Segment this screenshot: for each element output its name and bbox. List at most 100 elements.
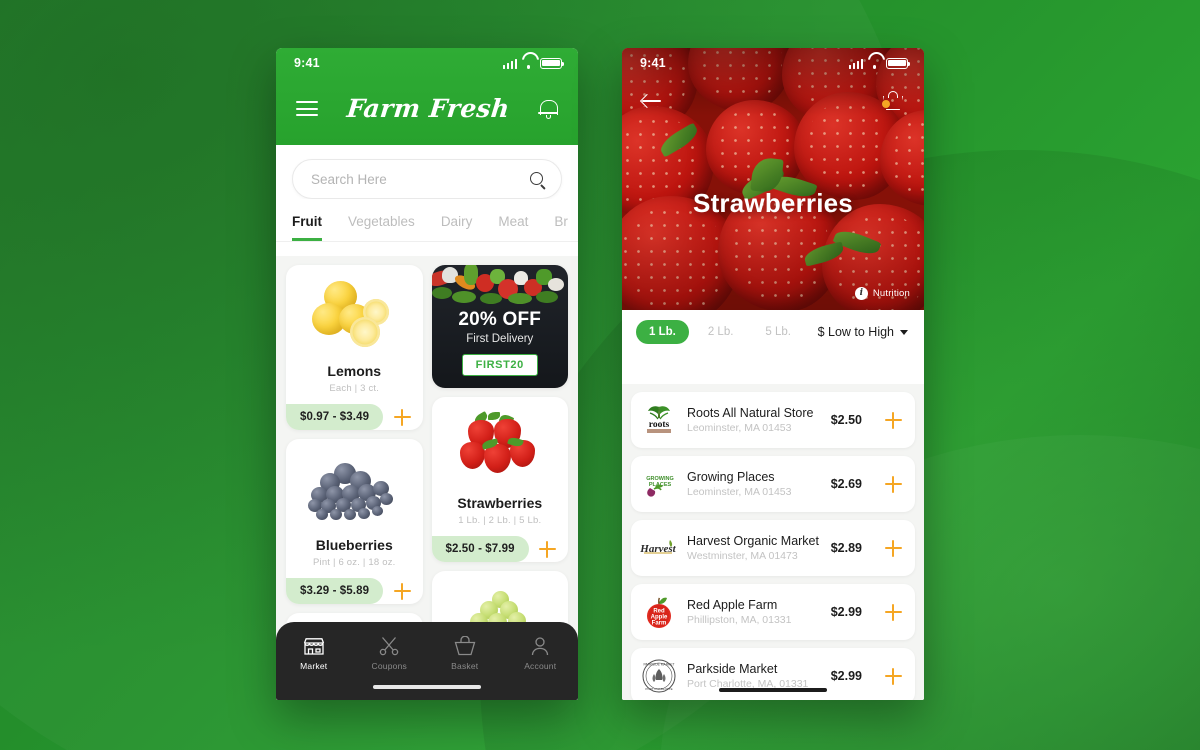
store-row[interactable]: Harvest Harvest Organic Market Westminst… xyxy=(631,520,915,576)
tab-dairy[interactable]: Dairy xyxy=(441,214,473,241)
blueberries-image xyxy=(286,439,423,531)
nav-label: Market xyxy=(300,661,328,671)
nav-label: Account xyxy=(524,661,557,671)
add-to-cart-button[interactable] xyxy=(393,582,411,600)
hamburger-menu-icon[interactable] xyxy=(296,101,318,116)
basket-icon[interactable] xyxy=(882,91,904,111)
basket-icon xyxy=(454,635,476,656)
nutrition-label: Nutrition xyxy=(872,288,910,299)
wifi-icon xyxy=(522,59,535,69)
battery-icon xyxy=(540,57,565,69)
store-row[interactable]: roots Roots All Natural Store Leominster… xyxy=(631,392,915,448)
store-name: Harvest Organic Market xyxy=(687,534,819,548)
product-card-lemons[interactable]: Lemons Each | 3 ct. $0.97 - $3.49 xyxy=(286,265,423,430)
store-address: Leominster, MA 01453 xyxy=(687,486,792,498)
store-price: $2.50 xyxy=(830,413,862,427)
lemons-image xyxy=(286,265,423,357)
store-name: Red Apple Farm xyxy=(687,598,778,612)
app-brand-title: Farm Fresh xyxy=(345,94,511,123)
back-arrow-icon[interactable] xyxy=(642,93,662,109)
nav-label: Basket xyxy=(451,661,479,671)
store-address: Westminster, MA 01473 xyxy=(687,550,798,562)
add-to-cart-button[interactable] xyxy=(885,539,902,557)
phone-mockup-left: 9:41 Farm Fresh Fruit Vegetables Dairy M… xyxy=(276,48,578,700)
store-name: Growing Places xyxy=(687,470,775,484)
svg-text:PORT CHARLOTTE: PORT CHARLOTTE xyxy=(645,687,672,691)
store-address: Phillipston, MA, 01331 xyxy=(687,614,792,626)
filter-bar: 1 Lb. 2 Lb. 5 Lb. $ Low to High xyxy=(622,310,924,354)
store-address: Leominster, MA 01453 xyxy=(687,422,792,434)
vegetables-image xyxy=(431,265,569,309)
tab-bread[interactable]: Br xyxy=(554,214,568,241)
product-units: Pint | 6 oz. | 18 oz. xyxy=(312,557,396,568)
store-price: $2.99 xyxy=(830,669,862,683)
weight-chip-5lb[interactable]: 5 Lb. xyxy=(752,320,804,344)
strawberries-image xyxy=(432,397,569,489)
promo-code-button[interactable]: FIRST20 xyxy=(461,354,538,376)
notification-bell-icon[interactable] xyxy=(537,98,558,120)
add-to-cart-button[interactable] xyxy=(539,540,556,558)
storefront-icon xyxy=(303,636,325,656)
weight-chip-1lb[interactable]: 1 Lb. xyxy=(636,320,689,344)
product-price: $3.29 - $5.89 xyxy=(286,578,384,604)
search-icon[interactable] xyxy=(530,171,545,187)
nav-item-account[interactable]: Account xyxy=(503,636,579,671)
tab-fruit[interactable]: Fruit xyxy=(292,214,322,241)
info-icon: i xyxy=(854,287,868,300)
status-bar-time: 9:41 xyxy=(640,56,666,70)
add-to-cart-button[interactable] xyxy=(885,603,902,621)
svg-text:roots: roots xyxy=(649,420,670,430)
search-bar[interactable] xyxy=(292,159,562,199)
chevron-down-icon xyxy=(900,329,908,335)
sort-label: $ Low to High xyxy=(817,325,894,339)
product-price: $0.97 - $3.49 xyxy=(286,404,384,430)
home-indicator xyxy=(719,687,827,692)
product-name: Strawberries xyxy=(457,495,543,511)
svg-text:Farm: Farm xyxy=(652,621,667,627)
tab-vegetables[interactable]: Vegetables xyxy=(348,214,415,241)
phone-mockup-right: 9:41 Strawberries i Nutrition 1 Lb. 2 Lb… xyxy=(622,48,924,700)
store-name: Roots All Natural Store xyxy=(687,406,814,420)
tab-meat[interactable]: Meat xyxy=(498,214,528,241)
growing-places-logo: GROWING PLACES xyxy=(640,465,678,503)
promo-headline: 20% OFF xyxy=(458,309,542,330)
store-row[interactable]: Red Apple Farm Red Apple Farm Phillipsto… xyxy=(631,584,915,640)
product-card-blueberries[interactable]: Blueberries Pint | 6 oz. | 18 oz. $3.29 … xyxy=(286,439,423,604)
cellular-bars-icon xyxy=(502,58,517,69)
nav-label: Coupons xyxy=(371,661,407,671)
weight-chip-2lb[interactable]: 2 Lb. xyxy=(695,320,747,344)
nav-item-coupons[interactable]: Coupons xyxy=(352,636,428,671)
store-name: Parkside Market xyxy=(687,662,778,676)
nav-item-market[interactable]: Market xyxy=(276,636,352,671)
roots-logo: roots xyxy=(640,401,678,439)
status-bar-left: 9:41 xyxy=(276,48,578,78)
nutrition-link[interactable]: i Nutrition xyxy=(854,287,910,300)
store-row[interactable]: PARKSIDE MARKET PORT CHARLOTTE Parkside … xyxy=(631,648,915,700)
svg-text:PARKSIDE MARKET: PARKSIDE MARKET xyxy=(643,663,674,667)
page-background xyxy=(0,0,1200,750)
store-list: roots Roots All Natural Store Leominster… xyxy=(622,384,924,700)
app-header: 9:41 Farm Fresh xyxy=(276,48,578,145)
harvest-logo: Harvest xyxy=(640,529,678,567)
add-to-cart-button[interactable] xyxy=(885,411,902,429)
product-card-strawberries[interactable]: Strawberries 1 Lb. | 2 Lb. | 5 Lb. $2.50… xyxy=(431,397,569,562)
red-apple-farm-logo: Red Apple Farm xyxy=(640,593,678,631)
page-title: Strawberries xyxy=(693,188,853,218)
nav-item-basket[interactable]: Basket xyxy=(427,635,503,671)
promo-subhead: First Delivery xyxy=(466,333,534,345)
add-to-cart-button[interactable] xyxy=(885,475,902,493)
store-row[interactable]: GROWING PLACES Growing Places Leominster… xyxy=(631,456,915,512)
promo-banner[interactable]: 20% OFF First Delivery FIRST20 xyxy=(431,265,569,388)
parkside-market-logo: PARKSIDE MARKET PORT CHARLOTTE xyxy=(640,657,678,695)
store-price: $2.99 xyxy=(830,605,862,619)
sort-dropdown[interactable]: $ Low to High xyxy=(818,325,910,339)
add-to-cart-button[interactable] xyxy=(393,408,411,426)
product-units: Each | 3 ct. xyxy=(329,383,380,394)
home-indicator xyxy=(373,684,481,689)
search-input[interactable] xyxy=(311,171,530,187)
add-to-cart-button[interactable] xyxy=(885,667,902,685)
status-bar-time: 9:41 xyxy=(294,56,320,70)
store-price: $2.69 xyxy=(830,477,862,491)
category-tabs[interactable]: Fruit Vegetables Dairy Meat Br xyxy=(276,199,578,242)
cellular-bars-icon xyxy=(848,58,863,69)
